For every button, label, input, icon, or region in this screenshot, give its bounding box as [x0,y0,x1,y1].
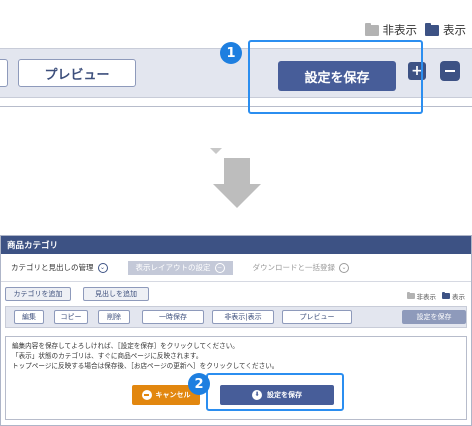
cancel-label: キャンセル [155,391,191,399]
legend-shown-label: 表示 [452,293,465,301]
minus-circle-icon [141,390,152,400]
tab-label: カテゴリと見出しの管理 [11,263,94,272]
tab-label: 表示レイアウトの設定 [135,263,211,272]
action-row: カテゴリを追加 見出しを追加 非表示 表示 [1,282,471,306]
folder-gray-icon [364,22,379,36]
visibility-legend: 非表示 表示 [364,22,466,38]
callout-highlight-1 [248,40,423,114]
step-badge-2: 2 [188,373,210,395]
tab-layout-settings[interactable]: 表示レイアウトの設定 − [127,260,233,275]
preview-button[interactable]: プレビュー [18,59,136,87]
legend-hidden: 非表示 [364,22,418,38]
save-settings-button-small[interactable]: 設定を保存 [402,310,466,324]
tab-label: ダウンロードと一括登録 [252,263,336,272]
tab-bar: カテゴリと見出しの管理 ⌄ 表示レイアウトの設定 − ダウンロードと一括登録 ⌄ [1,254,471,282]
app-title: 商品カテゴリ [1,236,471,254]
toggle-visibility-button[interactable]: 非表示|表示 [212,310,274,324]
add-heading-button[interactable]: 見出しを追加 [83,287,149,301]
step-badge-1: 1 [220,42,242,64]
chevron-down-icon: ⌄ [97,262,108,273]
folder-navy-icon [425,22,439,36]
tab-download-bulk[interactable]: ダウンロードと一括登録 ⌄ [252,260,349,276]
legend-shown: 表示 [425,22,466,38]
add-category-button[interactable]: カテゴリを追加 [5,287,71,301]
chevron-down-icon: ⌄ [339,262,349,273]
legend-hidden-label: 非表示 [416,293,437,301]
collapse-minus-icon[interactable] [440,61,460,81]
folder-gray-icon [406,292,415,299]
minus-circle-icon: − [214,262,225,273]
down-arrow-icon [213,158,261,208]
legend-hidden-label: 非表示 [382,23,418,37]
preview-button-small[interactable]: プレビュー [282,310,352,324]
copy-button[interactable]: コピー [54,310,88,324]
pointer-arrow [210,148,222,154]
callout-highlight-2 [206,373,344,411]
folder-navy-icon [442,292,450,299]
message-line-3: トップページに反映する場合は保存後、［お店ページの更新へ］をクリックしてください… [12,362,279,370]
message-line-2: 「表示」状態のカテゴリは、すぐに商品ページに反映されます。 [12,352,203,360]
edit-toolbar: 編集 コピー 削除 一時保存 非表示|表示 プレビュー 設定を保存 [5,306,467,328]
message-line-1: 編集内容を保存してよろしければ、［設定を保存］をクリックしてください。 [12,342,239,350]
edit-button[interactable]: 編集 [14,310,44,324]
delete-button[interactable]: 削除 [98,310,130,324]
partial-button[interactable] [0,59,8,87]
temp-save-button[interactable]: 一時保存 [142,310,204,324]
visibility-legend-small: 非表示 表示 [406,291,465,301]
legend-shown-label: 表示 [443,23,466,37]
tab-category-manage[interactable]: カテゴリと見出しの管理 ⌄ [11,260,108,276]
